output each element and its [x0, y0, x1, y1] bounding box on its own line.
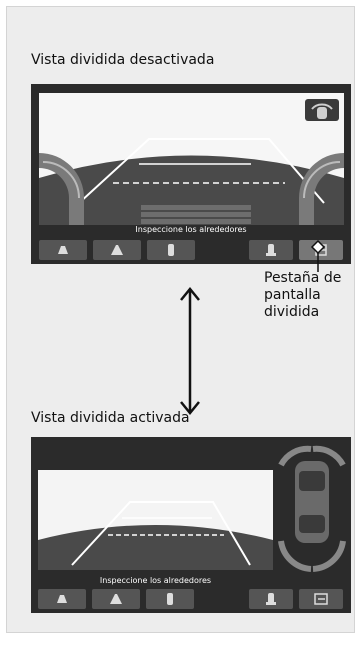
toggle-double-arrow — [180, 287, 200, 415]
rear-view-icon — [266, 593, 276, 605]
camera-guidelines-split-graphic — [38, 501, 273, 570]
wide-view-icon — [110, 594, 122, 604]
wide-view-icon — [111, 245, 123, 255]
rear-camera-view — [39, 93, 344, 225]
rear-camera-split-view — [38, 470, 273, 570]
parking-sensor-icon[interactable] — [305, 99, 339, 121]
normal-view-icon — [57, 595, 67, 603]
rear-view-button[interactable] — [249, 240, 293, 260]
rear-view-button-bottom[interactable] — [249, 589, 293, 609]
diagram-frame: Vista dividida desactivada Inspeccione l… — [6, 6, 355, 633]
normal-view-button[interactable] — [39, 240, 87, 260]
normal-view-button-bottom[interactable] — [38, 589, 86, 609]
wide-view-button[interactable] — [93, 240, 141, 260]
normal-view-icon — [58, 246, 68, 254]
top-down-view-icon — [167, 593, 173, 605]
camera-display-split-off: Inspeccione los alrededores — [31, 84, 351, 264]
split-screen-tab-bottom[interactable] — [299, 589, 343, 609]
wide-view-button-bottom[interactable] — [92, 589, 140, 609]
top-down-view-button-bottom[interactable] — [146, 589, 194, 609]
split-screen-tab-label: Pestaña de pantalla dividida — [264, 270, 342, 320]
callout-pointer — [310, 239, 326, 272]
split-view-off-title: Vista dividida desactivada — [31, 52, 215, 68]
rear-view-icon — [266, 244, 276, 256]
exit-split-screen-icon — [314, 593, 328, 605]
top-down-view-button[interactable] — [147, 240, 195, 260]
car-top-view-graphic — [278, 445, 346, 572]
split-view-on-title: Vista dividida activada — [31, 410, 190, 426]
check-surroundings-caption-bottom: Inspeccione los alrededores — [99, 576, 212, 585]
check-surroundings-caption-top: Inspeccione los alrededores — [135, 225, 247, 234]
camera-display-split-on: Inspeccione los alrededores — [31, 437, 351, 613]
top-down-view-icon — [168, 244, 174, 256]
camera-guidelines-graphic — [39, 138, 344, 225]
